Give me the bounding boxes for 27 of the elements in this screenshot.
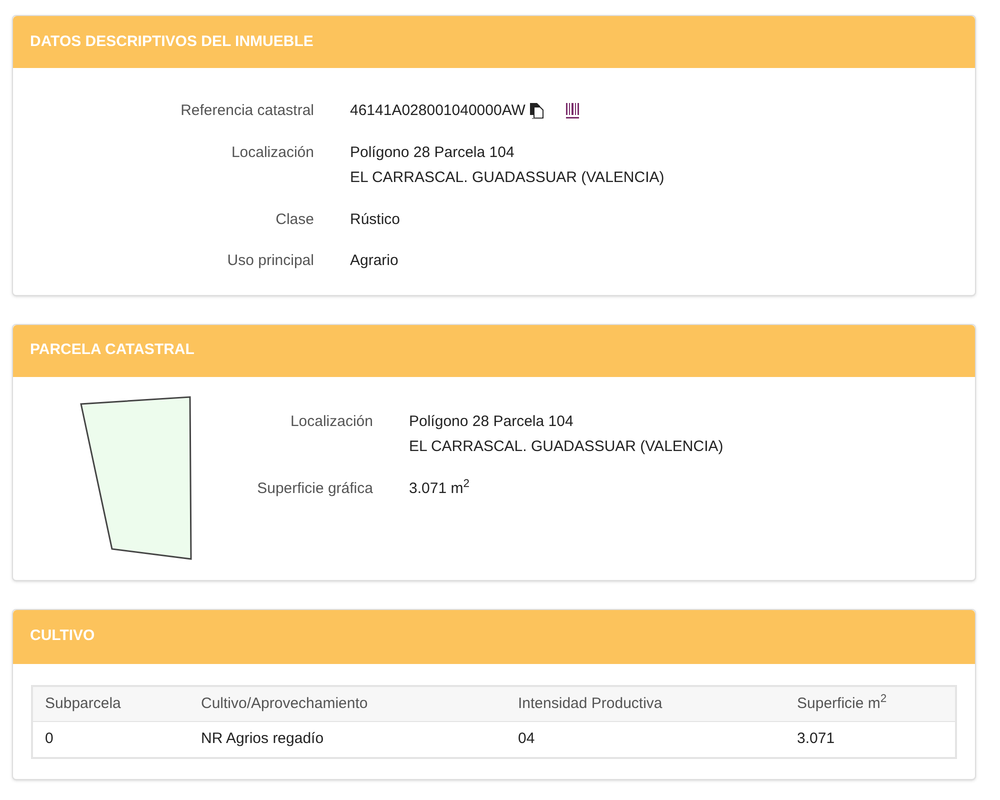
column-header: Intensidad Productiva [506, 686, 785, 722]
section-title: PARCELA CATASTRAL [30, 340, 194, 360]
section-title: DATOS DESCRIPTIVOS DEL INMUEBLE [30, 32, 314, 52]
table-cell: 3.071 [785, 722, 956, 758]
field-value: Polígono 28 Parcela 104 [350, 142, 514, 162]
column-header: Cultivo/Aprovechamiento [189, 686, 506, 722]
field-value: Rústico [350, 210, 400, 230]
field-value: Agrario [350, 251, 398, 271]
field-label: Uso principal [226, 251, 314, 271]
field-value: 46141A028001040000AW [350, 101, 526, 121]
column-header: Superficie m$^{2}$ [785, 686, 956, 722]
field-label: Referencia catastral [180, 101, 314, 121]
table-cell: 04 [506, 722, 785, 758]
field-label: Localización [230, 142, 314, 162]
barcode-icon[interactable] [565, 102, 582, 120]
column-header: Subparcela [32, 686, 189, 722]
section-title: CULTIVO [30, 626, 95, 646]
table-cell: 0 [32, 722, 189, 758]
field-label: Superficie gráfica [256, 478, 373, 498]
field-value: EL CARRASCAL. GUADASSUAR (VALENCIA) [409, 437, 724, 457]
field-label: Clase [274, 210, 314, 230]
field-value: Polígono 28 Parcela 104 [409, 412, 574, 432]
field-value: EL CARRASCAL. GUADASSUAR (VALENCIA) [350, 168, 664, 188]
copy-icon[interactable] [529, 102, 546, 120]
field-label: Localización [289, 412, 373, 432]
field-value: 3.071 m$^{2}$ [409, 478, 470, 498]
table-cell: NR Agrios regadío [189, 722, 506, 758]
